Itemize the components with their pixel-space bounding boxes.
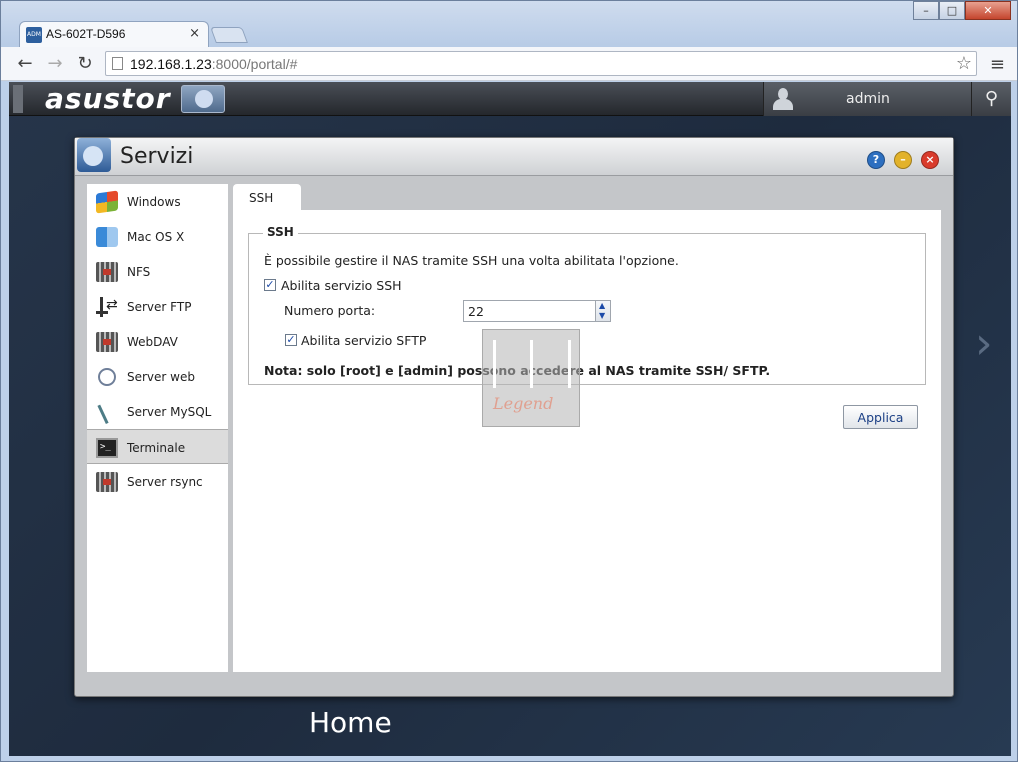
webdav-server-icon (96, 332, 118, 352)
help-button[interactable]: ? (867, 151, 885, 169)
ftp-icon (96, 297, 118, 317)
reload-button[interactable]: ↻ (73, 52, 97, 76)
web-server-icon (98, 368, 116, 386)
tab-close-icon[interactable]: × (189, 26, 200, 41)
topbar-grip[interactable] (13, 85, 23, 113)
sidebar-item-terminale[interactable]: >_ Terminale (87, 429, 228, 464)
browser-tab[interactable]: ADM AS-602T-D596 × (19, 21, 209, 47)
watermark-mark (493, 340, 571, 388)
dialog-title: Servizi (120, 144, 194, 169)
tab-ssh[interactable]: SSH (233, 184, 301, 210)
watermark-logo: Legend (482, 329, 580, 427)
username: admin (846, 91, 890, 107)
new-tab-button[interactable] (210, 27, 248, 43)
minimize-button[interactable]: – (894, 151, 912, 169)
browser-menu-icon[interactable]: ≡ (990, 54, 1005, 75)
terminal-icon: >_ (96, 438, 118, 458)
url-host: 192.168.1.23 (130, 56, 212, 72)
tab-strip: SSH (233, 184, 941, 210)
sidebar-item-label: Windows (127, 195, 181, 209)
mysql-icon (97, 399, 119, 425)
nfs-server-icon (96, 262, 118, 282)
ssh-panel: SSH È possibile gestire il NAS tramite S… (233, 210, 941, 672)
address-text: 192.168.1.23:8000/portal/# (130, 56, 297, 72)
services-sidebar: Windows Mac OS X NFS Server FTP WebDAV (87, 184, 228, 672)
ssh-description: È possibile gestire il NAS tramite SSH u… (264, 253, 679, 268)
sidebar-item-label: Server MySQL (127, 405, 212, 419)
back-button[interactable]: ← (13, 52, 37, 76)
sidebar-item-windows[interactable]: Windows (87, 184, 228, 219)
dialog-header: Servizi ? – × (75, 138, 953, 176)
sidebar-item-server-ftp[interactable]: Server FTP (87, 289, 228, 324)
sidebar-item-nfs[interactable]: NFS (87, 254, 228, 289)
apply-button[interactable]: Applica (843, 405, 918, 429)
sidebar-item-webdav[interactable]: WebDAV (87, 324, 228, 359)
favicon-icon: ADM (26, 27, 42, 43)
sidebar-item-label: WebDAV (127, 335, 178, 349)
sidebar-item-label: NFS (127, 265, 151, 279)
browser-titlebar: ADM AS-602T-D596 × – □ ✕ (1, 1, 1017, 47)
sidebar-item-server-web[interactable]: Server web (87, 359, 228, 394)
enable-ssh-checkbox[interactable]: ✓ (264, 279, 276, 291)
next-page-arrow-icon[interactable]: › (975, 318, 993, 369)
mac-icon (96, 227, 118, 247)
spin-up-icon[interactable]: ▲ (599, 301, 605, 310)
spin-down-icon[interactable]: ▼ (599, 311, 605, 320)
port-input[interactable]: 22 (463, 300, 597, 322)
window-close-button[interactable]: ✕ (965, 1, 1011, 20)
user-icon (772, 86, 794, 112)
adm-desktop: asustor admin ⚲ › Home Servizi ? – × Win… (9, 82, 1011, 756)
address-bar[interactable]: 192.168.1.23:8000/portal/# ☆ (105, 51, 977, 76)
search-icon[interactable]: ⚲ (971, 82, 1011, 116)
sidebar-item-label: Server web (127, 370, 195, 384)
window-maximize-button[interactable]: □ (939, 1, 965, 20)
services-dialog: Servizi ? – × Windows Mac OS X NFS ⇄ Ser… (74, 137, 954, 697)
port-label: Numero porta: (284, 303, 376, 318)
windows-icon (96, 190, 118, 214)
sidebar-item-server-rsync[interactable]: Server rsync (87, 464, 228, 499)
close-button[interactable]: × (921, 151, 939, 169)
enable-sftp-checkbox[interactable]: ✓ (285, 334, 297, 346)
bookmark-star-icon[interactable]: ☆ (956, 53, 972, 74)
sidebar-item-label: Server rsync (127, 475, 203, 489)
watermark-text: Legend (493, 394, 554, 413)
sidebar-item-label: Mac OS X (127, 230, 185, 244)
services-icon (77, 138, 111, 172)
page-icon (112, 57, 123, 70)
browser-window: ADM AS-602T-D596 × – □ ✕ ← → ↻ 192.168.1… (0, 0, 1018, 762)
enable-sftp-label: Abilita servizio SFTP (301, 333, 427, 348)
sidebar-item-mac-os-x[interactable]: Mac OS X (87, 219, 228, 254)
rsync-server-icon (96, 472, 118, 492)
asustor-logo: asustor (45, 82, 171, 115)
port-spinner[interactable]: ▲ ▼ (595, 300, 611, 322)
enable-ssh-label: Abilita servizio SSH (281, 278, 402, 293)
window-controls: – □ ✕ (913, 1, 1011, 21)
forward-button[interactable]: → (43, 52, 67, 76)
sidebar-item-label: Server FTP (127, 300, 192, 314)
user-menu[interactable]: admin (763, 82, 971, 116)
sidebar-item-label: Terminale (127, 441, 186, 455)
tab-title: AS-602T-D596 (46, 27, 126, 41)
ssh-legend: SSH (263, 225, 298, 239)
services-app-icon[interactable] (181, 85, 225, 113)
url-path: :8000/portal/# (211, 56, 298, 72)
sidebar-item-server-mysql[interactable]: Server MySQL (87, 394, 228, 429)
app-topbar: asustor admin ⚲ (9, 82, 1011, 116)
browser-toolbar: ← → ↻ 192.168.1.23:8000/portal/# ☆ ≡ (1, 47, 1017, 81)
home-label: Home (309, 706, 392, 739)
ssh-fieldset: SSH È possibile gestire il NAS tramite S… (248, 225, 926, 385)
window-minimize-button[interactable]: – (913, 1, 939, 20)
